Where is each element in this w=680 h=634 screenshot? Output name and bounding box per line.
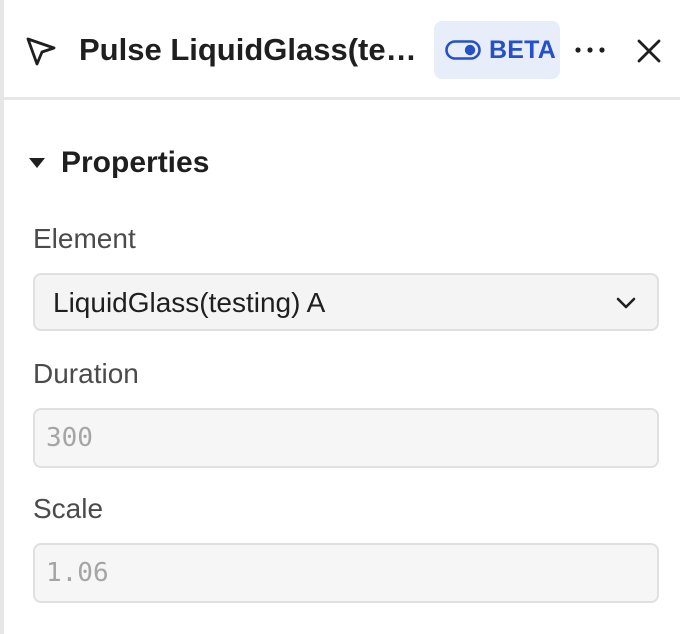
close-icon	[637, 39, 661, 63]
chevron-down-icon	[616, 297, 636, 309]
element-label: Element	[33, 223, 136, 254]
toggle-icon	[445, 40, 481, 60]
scale-label: Scale	[33, 493, 104, 524]
beta-toggle-button[interactable]: BETA	[434, 21, 560, 79]
caret-down-icon	[29, 158, 45, 168]
beta-label: BETA	[489, 35, 556, 64]
duration-label: Duration	[33, 358, 139, 389]
element-select[interactable]: LiquidGlass(testing) A	[33, 273, 659, 331]
scale-input[interactable]	[33, 543, 659, 603]
element-select-value: LiquidGlass(testing) A	[53, 287, 326, 318]
properties-section-toggle[interactable]: Properties	[26, 139, 209, 187]
panel-title: Pulse LiquidGlass(testing) A	[79, 32, 429, 67]
more-options-button[interactable]	[570, 30, 610, 70]
more-horizontal-icon	[575, 47, 605, 53]
cursor-arrow-icon	[26, 37, 56, 66]
panel-header: Pulse LiquidGlass(testing) A BETA	[4, 0, 680, 100]
close-button[interactable]	[629, 31, 669, 71]
properties-panel: Pulse LiquidGlass(testing) A BETA Pro	[0, 0, 680, 634]
section-title: Properties	[61, 146, 210, 179]
duration-input[interactable]	[33, 408, 659, 468]
